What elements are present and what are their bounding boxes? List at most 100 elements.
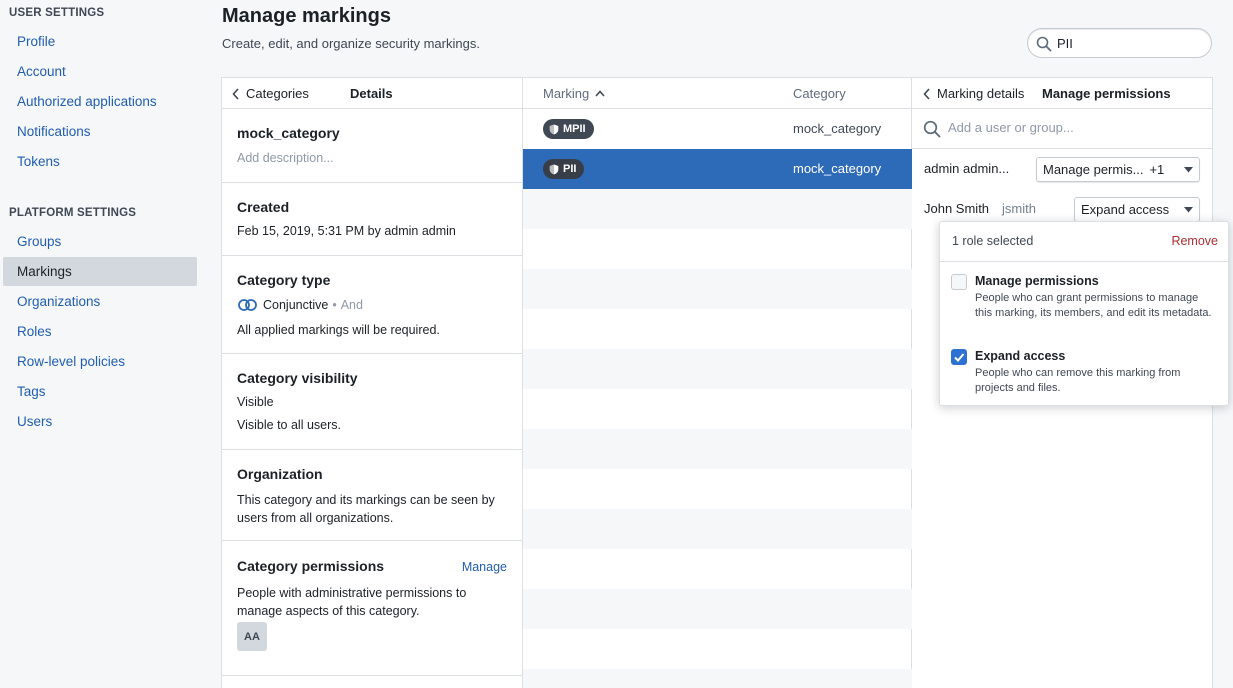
organization-section: Organization This category and its marki…: [222, 450, 522, 541]
marking-tag-label: PII: [563, 163, 577, 175]
sidebar-item-tokens[interactable]: Tokens: [3, 147, 197, 176]
role-dropdown-value: Manage permis...: [1043, 162, 1144, 177]
marking-tag: PII: [543, 159, 585, 179]
sidebar-item-tags[interactable]: Tags: [3, 377, 197, 406]
details-title: Details: [350, 86, 393, 101]
member-name: admin admin...: [924, 161, 1010, 176]
marking-details-back-label: Marking details: [937, 86, 1025, 101]
search-icon: [923, 120, 941, 138]
created-label: Created: [237, 199, 290, 215]
conjunctive-icon: [238, 299, 257, 311]
sidebar-item-profile[interactable]: Profile: [3, 27, 197, 56]
user-settings-heading: USER SETTINGS: [9, 7, 105, 19]
role-dropdown[interactable]: Manage permis... +1: [1036, 157, 1200, 182]
category-type-label: Category type: [237, 272, 331, 288]
created-value: Feb 15, 2019, 5:31 PM by admin admin: [237, 224, 456, 238]
categories-back-label: Categories: [246, 86, 309, 101]
sidebar-item-row-level-policies[interactable]: Row-level policies: [3, 347, 197, 376]
category-cell: mock_category: [793, 161, 882, 176]
roles-selected-count: 1 role selected: [952, 234, 1034, 248]
role-dropdown[interactable]: Expand access: [1074, 197, 1200, 222]
empty-row: [523, 509, 912, 549]
sidebar-item-groups[interactable]: Groups: [3, 227, 197, 256]
category-type-separator: •: [332, 298, 337, 312]
empty-row: [523, 629, 912, 669]
organization-description: This category and its markings can be se…: [237, 493, 495, 525]
sidebar-item-users[interactable]: Users: [3, 407, 197, 436]
remove-button[interactable]: Remove: [1171, 234, 1218, 248]
created-section: Created Feb 15, 2019, 5:31 PM by admin a…: [222, 183, 522, 256]
role-option-expand-access[interactable]: Expand access People who can remove this…: [951, 349, 1221, 397]
category-visibility-value: Visible: [237, 395, 274, 409]
category-type-suffix: And: [340, 298, 363, 312]
category-permissions-description: People with administrative permissions t…: [237, 586, 467, 618]
category-permissions-label: Category permissions: [237, 558, 385, 574]
add-user-group-field[interactable]: [912, 109, 1213, 149]
sidebar-item-organizations[interactable]: Organizations: [3, 287, 197, 316]
markings-table: Marking Category MPII mock_category PII …: [523, 78, 912, 688]
member-name: John Smith: [924, 201, 990, 216]
marking-tag-label: MPII: [563, 123, 586, 135]
caret-down-icon: [1184, 206, 1193, 212]
category-cell: mock_category: [793, 121, 882, 136]
role-option-title: Manage permissions: [975, 274, 1099, 288]
role-option-description: People who can remove this marking from …: [975, 367, 1181, 394]
role-option-manage-permissions[interactable]: Manage permissions People who can grant …: [951, 274, 1221, 338]
add-user-group-input[interactable]: [948, 120, 1198, 135]
empty-row: [523, 549, 912, 589]
sort-ascending-icon: [595, 90, 605, 97]
role-dropdown-value: Expand access: [1081, 202, 1170, 217]
category-visibility-label: Category visibility: [237, 370, 358, 386]
empty-row: [523, 229, 912, 269]
category-visibility-description: Visible to all users.: [237, 418, 341, 432]
markings-table-header: Marking Category: [523, 78, 911, 109]
search-input[interactable]: [1057, 34, 1202, 52]
category-column-header[interactable]: Category: [793, 86, 846, 101]
details-header: Categories Details: [222, 78, 522, 109]
search-box[interactable]: [1027, 28, 1212, 58]
member-row: admin admin... Manage permis... +1: [912, 149, 1213, 189]
platform-settings-heading: PLATFORM SETTINGS: [9, 207, 137, 219]
avatar[interactable]: AA: [237, 622, 267, 651]
marking-column-label: Marking: [543, 86, 590, 101]
caret-down-icon: [1184, 166, 1193, 172]
empty-row: [523, 469, 912, 509]
empty-row: [523, 589, 912, 629]
checkmark-icon: [954, 353, 965, 362]
category-type-description: All applied markings will be required.: [237, 323, 440, 337]
role-popover: 1 role selected Remove Manage permission…: [939, 221, 1229, 406]
sidebar: USER SETTINGS Profile Account Authorized…: [0, 0, 205, 688]
sidebar-item-markings[interactable]: Markings: [3, 257, 197, 286]
details-column: Categories Details mock_category Add des…: [222, 78, 523, 688]
shield-icon: [549, 124, 559, 134]
category-visibility-section: Category visibility Visible Visible to a…: [222, 354, 522, 450]
manage-permissions-link[interactable]: Manage: [462, 560, 507, 574]
marking-tag: MPII: [543, 119, 594, 139]
role-option-description: People who can grant permissions to mana…: [975, 292, 1212, 319]
category-description-placeholder[interactable]: Add description...: [237, 151, 334, 165]
empty-row: [523, 389, 912, 429]
sidebar-item-roles[interactable]: Roles: [3, 317, 197, 346]
marking-column-header[interactable]: Marking: [543, 86, 605, 101]
chevron-left-icon: [232, 87, 239, 100]
permissions-header: Marking details Manage permissions: [912, 78, 1213, 109]
expand-access-checkbox[interactable]: [951, 349, 967, 365]
empty-row: [523, 349, 912, 389]
empty-row: [523, 669, 912, 688]
page-title: Manage markings: [222, 5, 391, 27]
table-row[interactable]: MPII mock_category: [523, 109, 912, 149]
categories-back-link[interactable]: Categories: [232, 86, 309, 101]
sidebar-item-notifications[interactable]: Notifications: [3, 117, 197, 146]
category-permissions-section: Category permissions Manage People with …: [222, 541, 522, 676]
organization-label: Organization: [237, 466, 323, 482]
sidebar-item-authorized-applications[interactable]: Authorized applications: [3, 87, 197, 116]
category-name[interactable]: mock_category: [237, 125, 340, 141]
sidebar-item-account[interactable]: Account: [3, 57, 197, 86]
table-row-selected[interactable]: PII mock_category: [523, 149, 912, 189]
manage-permissions-checkbox[interactable]: [951, 274, 967, 290]
empty-row: [523, 189, 912, 229]
category-type-value: Conjunctive: [263, 298, 329, 312]
page-subtitle: Create, edit, and organize security mark…: [222, 36, 480, 51]
role-extra-count: +1: [1149, 162, 1165, 177]
marking-details-back-link[interactable]: Marking details: [923, 86, 1024, 101]
